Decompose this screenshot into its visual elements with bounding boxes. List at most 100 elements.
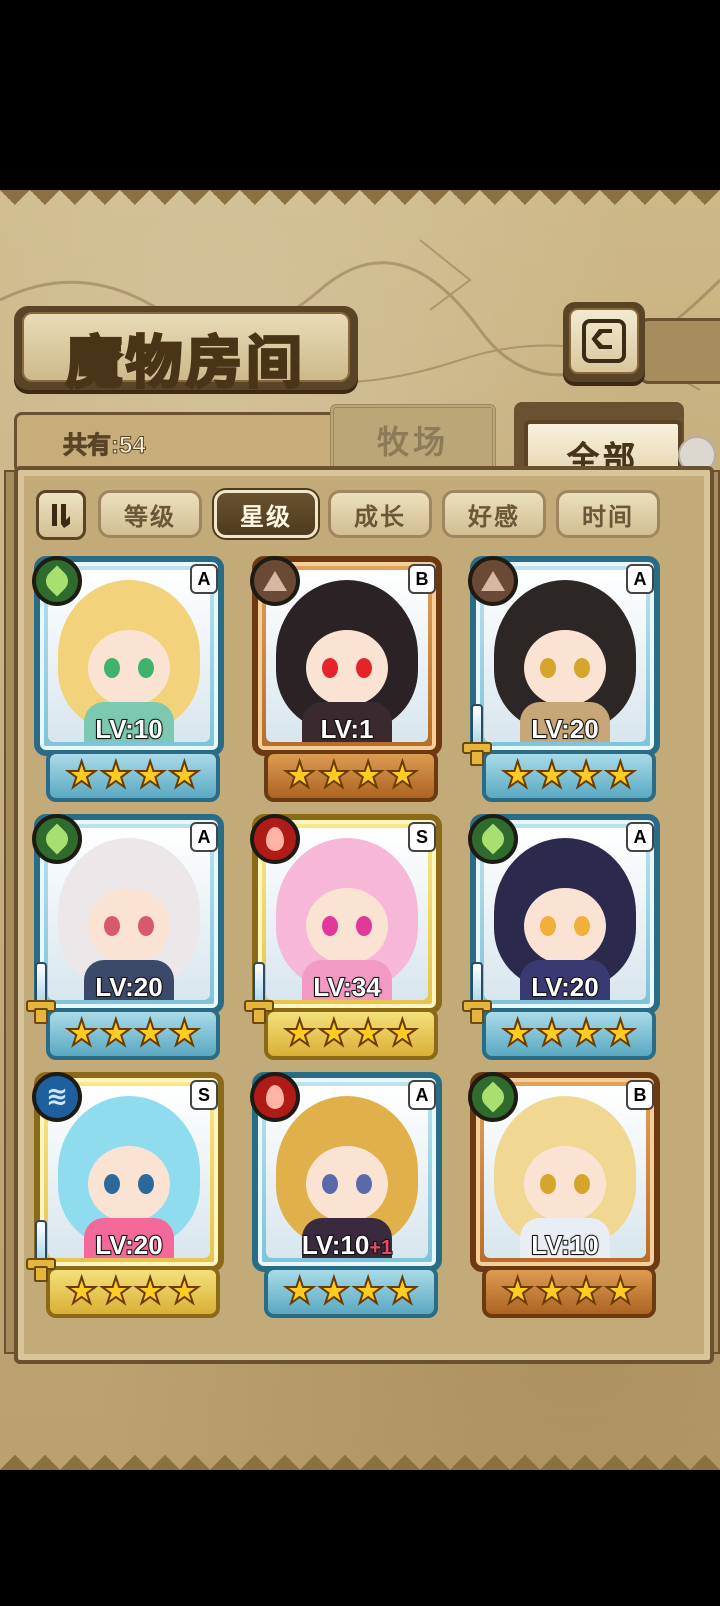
rank-badge: A [190,822,218,852]
star-rating: ★ ★ ★ ★ [482,750,656,802]
page-title: 魔物房间 [65,329,306,398]
element-badge [32,814,82,864]
star-icon: ★ [535,1013,569,1054]
star-rating: ★ ★ ★ ★ [46,750,220,802]
star-rating: ★ ★ ★ ★ [264,750,438,802]
monster-grid: A LV:10 ★ ★ ★ ★ B LV:1 ★ ★ ★ ★ A LV:20 ★ ★ ★ ★ A LV:20 ★ ★ ★ ★ S… [26,546,694,1336]
star-icon: ★ [64,1271,98,1312]
star-icon: ★ [351,1271,385,1312]
monster-card[interactable]: A LV:20 ★ ★ ★ ★ [460,812,668,1060]
monster-count-bar: 共有:54 [14,412,350,474]
star-icon: ★ [64,755,98,796]
sort-level-button[interactable]: 等级 [98,490,202,538]
bottom-bar-area [0,1470,720,1606]
star-icon: ★ [500,1271,534,1312]
star-rating: ★ ★ ★ ★ [46,1266,220,1318]
monster-card[interactable]: B LV:10 ★ ★ ★ ★ [462,1070,668,1318]
back-button[interactable] [563,302,645,382]
star-icon: ★ [99,1013,133,1054]
star-rating: ★ ★ ★ ★ [46,1008,220,1060]
monster-count: 共有:54 [63,432,147,460]
return-arrow-icon [582,319,626,363]
star-icon: ★ [535,755,569,796]
star-icon: ★ [317,1013,351,1054]
level-label: LV:34 [312,971,381,1003]
level-label: LV:20 [94,1229,163,1261]
star-icon: ★ [569,1271,603,1312]
rank-badge: A [626,822,654,852]
star-icon: ★ [99,1271,133,1312]
monster-card[interactable]: A LV:10 ★ ★ ★ ★ [26,554,232,802]
weapon-sword-icon [26,1220,56,1282]
flame-icon [266,827,284,851]
star-icon: ★ [167,1271,201,1312]
element-badge [32,556,82,606]
star-rating: ★ ★ ★ ★ [482,1008,656,1060]
star-icon: ★ [385,755,419,796]
star-icon: ★ [569,1013,603,1054]
weapon-sword-icon [460,704,492,766]
star-icon: ★ [535,1271,569,1312]
rank-badge: B [626,1080,654,1110]
level-label: LV:20 [94,971,163,1003]
star-icon: ★ [133,1271,167,1312]
element-badge [468,814,518,864]
title-plaque: 魔物房间 [14,306,358,398]
star-icon: ★ [282,755,316,796]
monster-card[interactable]: A LV:10+1 ★ ★ ★ ★ [244,1070,450,1318]
weapon-sword-icon [242,962,274,1024]
star-icon: ★ [64,1013,98,1054]
star-icon: ★ [317,755,351,796]
water-icon: ≋ [46,1082,68,1112]
status-bar-area [0,0,720,190]
level-label: LV:10+1 [301,1229,393,1261]
monster-card[interactable]: A LV:20 ★ ★ ★ ★ [460,554,668,802]
star-icon: ★ [603,1013,637,1054]
star-rating: ★ ★ ★ ★ [264,1266,438,1318]
star-icon: ★ [133,1013,167,1054]
star-icon: ★ [351,755,385,796]
torn-edge-top [0,190,720,220]
sort-order-toggle[interactable] [36,490,86,540]
element-badge [250,1072,300,1122]
level-label: LV:10 [530,1229,599,1261]
star-icon: ★ [282,1271,316,1312]
star-icon: ★ [99,755,133,796]
rank-badge: A [408,1080,436,1110]
sort-affection-button[interactable]: 好感 [442,490,546,538]
rank-badge: S [408,822,436,852]
element-badge [468,1072,518,1122]
rank-badge: B [408,564,436,594]
weapon-sword-icon [460,962,492,1024]
level-label: LV:20 [530,713,599,745]
level-label: LV:20 [530,971,599,1003]
rank-badge: A [626,564,654,594]
back-button-rail [640,318,720,384]
star-icon: ★ [385,1013,419,1054]
element-badge [468,556,518,606]
star-icon: ★ [500,1013,534,1054]
mountain-icon [263,571,287,591]
star-icon: ★ [569,755,603,796]
sort-growth-button[interactable]: 成长 [328,490,432,538]
leaf-icon [477,1081,509,1113]
star-icon: ★ [167,1013,201,1054]
element-badge [250,556,300,606]
star-rating: ★ ★ ★ ★ [264,1008,438,1060]
star-icon: ★ [351,1013,385,1054]
star-icon: ★ [133,755,167,796]
weapon-sword-icon [26,962,56,1024]
rank-badge: S [190,1080,218,1110]
sort-time-button[interactable]: 时间 [556,490,660,538]
sort-order-icon [52,504,70,528]
monster-card[interactable]: A LV:20 ★ ★ ★ ★ [26,812,232,1060]
star-icon: ★ [282,1013,316,1054]
sort-star-button[interactable]: 星级 [214,490,318,538]
element-badge: ≋ [32,1072,82,1122]
monster-card[interactable]: B LV:1 ★ ★ ★ ★ [244,554,450,802]
star-icon: ★ [317,1271,351,1312]
element-badge [250,814,300,864]
monster-card[interactable]: ≋ S LV:20 ★ ★ ★ ★ [26,1070,232,1318]
star-icon: ★ [385,1271,419,1312]
monster-card[interactable]: S LV:34 ★ ★ ★ ★ [242,812,450,1060]
